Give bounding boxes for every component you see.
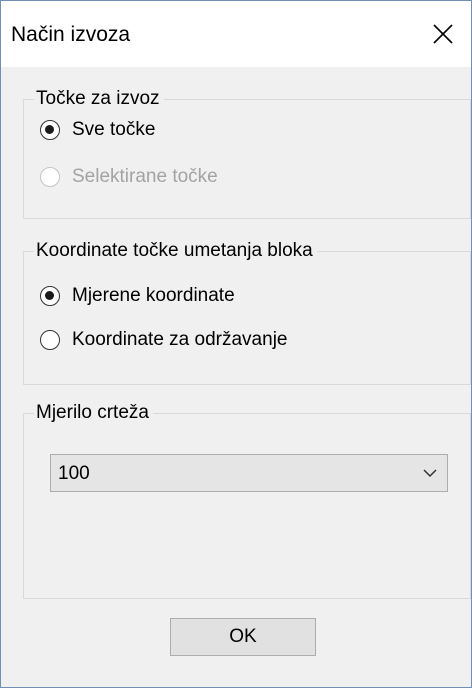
chevron-down-icon [423,469,437,478]
close-icon [433,24,453,44]
radio-maintenance-coordinates-label: Koordinate za održavanje [72,329,288,350]
block-coordinates-legend: Koordinate točke umetanja bloka [34,239,317,263]
radio-all-points-indicator[interactable] [40,120,60,140]
drawing-scale-legend: Mjerilo crteža [34,401,153,425]
export-points-legend: Točke za izvoz [34,87,164,111]
radio-measured-coordinates[interactable]: Mjerene koordinate [40,283,235,309]
drawing-scale-select[interactable]: 100 [50,454,448,492]
ok-button[interactable]: OK [170,618,316,656]
radio-maintenance-coordinates-indicator[interactable] [40,330,60,350]
radio-measured-coordinates-indicator[interactable] [40,286,60,306]
radio-maintenance-coordinates[interactable]: Koordinate za održavanje [40,327,287,353]
radio-all-points[interactable]: Sve točke [40,117,155,143]
radio-selected-points[interactable]: Selektirane točke [40,164,218,190]
radio-all-points-label: Sve točke [72,119,156,140]
drawing-scale-value: 100 [58,463,90,484]
block-coordinates-group: Koordinate točke umetanja bloka Mjerene … [23,239,471,385]
close-button[interactable] [415,1,471,67]
title-bar: Način izvoza [1,1,471,67]
radio-measured-coordinates-label: Mjerene koordinate [72,285,235,306]
drawing-scale-group: Mjerilo crteža 100 [23,401,471,599]
radio-selected-points-indicator[interactable] [40,167,60,187]
export-points-group: Točke za izvoz Sve točke Selektirane toč… [23,87,471,219]
export-mode-dialog: Način izvoza Točke za izvoz Sve točke Se… [0,0,472,688]
radio-selected-points-label: Selektirane točke [72,166,218,187]
window-title: Način izvoza [11,23,131,46]
